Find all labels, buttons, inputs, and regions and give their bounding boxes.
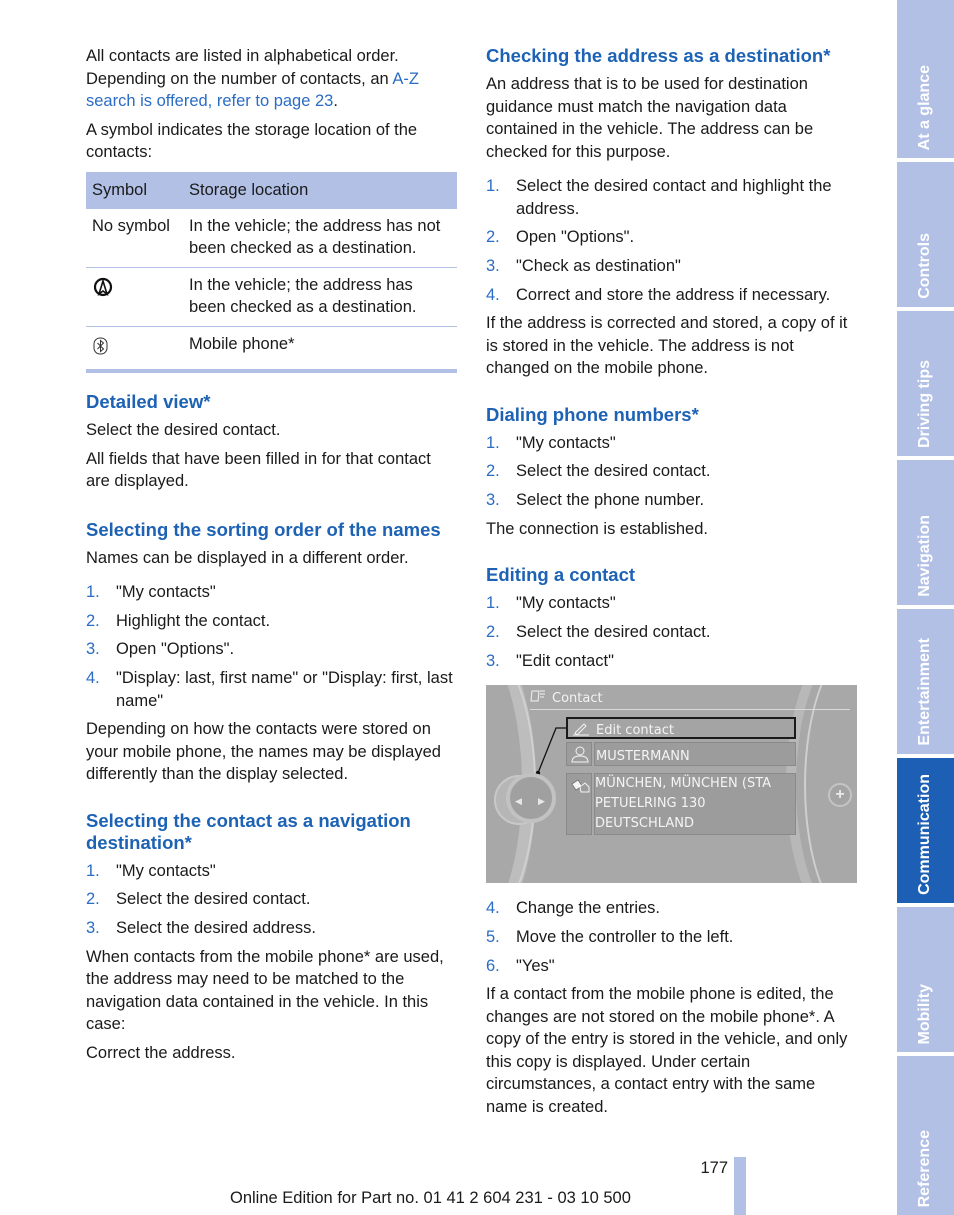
paragraph: All fields that have been filled in for … <box>86 449 431 491</box>
header-storage-location: Storage location <box>183 171 457 209</box>
dialing-steps: 1. "My contacts" 2. Select the desired con… <box>486 432 858 512</box>
list-item: 1. "My contacts" <box>86 583 216 601</box>
section-heading-navigation-destination: Selecting the contact as a navigation de… <box>86 809 411 853</box>
list-item: 4. Change the entries. <box>486 899 661 918</box>
chapter-tabs: At a glance Controls Driving tips Naviga… <box>897 0 954 1215</box>
table-row: Mobile phone* <box>86 326 457 373</box>
symbol-cell <box>86 267 183 327</box>
sorting-steps: 1. "My contacts" 2. Highlight the contact.… <box>86 581 458 712</box>
bluetooth-phone-icon <box>93 337 108 354</box>
paragraph: If a contact from the mobile phone is ed… <box>486 985 848 1116</box>
location-cell: Mobile phone* <box>183 326 457 373</box>
list-item: 2. Select the desired contact. <box>86 890 311 909</box>
list-item: 2. Highlight the contact. <box>86 611 271 630</box>
tab-entertainment[interactable]: Entertainment <box>897 609 954 754</box>
paragraph: The connection is established. <box>486 519 708 538</box>
intro-paragraph: All contacts are listed in alphabetical … <box>86 47 419 110</box>
section-heading-sorting-order: Selecting the sorting order of the names <box>86 518 441 540</box>
table-header-row: Symbol Storage location <box>86 171 457 209</box>
page-number: 177 <box>700 1159 728 1177</box>
paragraph: Select the desired contact. <box>86 421 281 439</box>
list-item: 3. Select the phone number. <box>486 491 705 510</box>
list-item: 1. Select the desired contact and highlig… <box>486 177 832 218</box>
list-item: 3. "Check as destination" <box>486 256 681 275</box>
controller-knob[interactable] <box>506 773 556 824</box>
section-heading-checking-address: Checking the address as a destination* <box>486 45 831 66</box>
list-item: 4. "Display: last, first name" or "Displa… <box>86 669 453 710</box>
editing-steps-a: 1. "My contacts" 2. Select the desired con… <box>486 592 858 672</box>
navigation-checked-icon <box>93 277 113 296</box>
paragraph: Depending on how the contacts were store… <box>86 720 441 784</box>
left-column: All contacts are listed in alphabetical … <box>86 45 458 1070</box>
tab-mobility[interactable]: Mobility <box>897 907 954 1052</box>
list-item: 3. Open "Options". <box>86 640 235 659</box>
symbol-cell <box>86 326 183 373</box>
section-heading-dialing: Dialing phone numbers* <box>486 403 699 425</box>
controller-left-arrow-icon: ◀ <box>515 796 522 807</box>
list-item: 1. "My contacts" <box>86 861 216 880</box>
paragraph: If the address is corrected and stored, … <box>486 314 848 378</box>
location-cell: In the vehicle; the address has not been… <box>183 208 457 268</box>
list-item: 2. Select the desired contact. <box>486 462 711 481</box>
tab-reference[interactable]: Reference <box>897 1056 954 1215</box>
list-item: 4. Correct and store the address if neces… <box>486 285 831 304</box>
symbol-intro: A symbol indicates the storage location … <box>86 120 418 162</box>
list-item: 2. Select the desired contact. <box>486 623 711 641</box>
page-number-bar <box>734 1157 746 1215</box>
controller-right-arrow-icon: ▶ <box>538 796 545 807</box>
tab-navigation[interactable]: Navigation <box>897 460 954 605</box>
list-item: 2. Open "Options". <box>486 228 635 247</box>
table-row: In the vehicle; the address has been che… <box>86 267 457 327</box>
paragraph: Names can be displayed in a different or… <box>86 548 409 567</box>
paragraph: An address that is to be used for destin… <box>486 75 814 161</box>
idrive-contact-screen: Contact Edit contact MUSTERMANN MÜNCHEN,… <box>486 685 857 884</box>
section-heading-editing-contact: Editing a contact <box>486 564 636 586</box>
location-cell: In the vehicle; the address has been che… <box>183 267 457 327</box>
editing-steps-b: 4. Change the entries. 5. Move the control… <box>486 897 858 977</box>
plus-icon[interactable]: + <box>828 783 852 808</box>
table-row: No symbol In the vehicle; the address ha… <box>86 208 457 268</box>
section-heading-detailed-view: Detailed view* <box>86 391 211 412</box>
tab-at-a-glance[interactable]: At a glance <box>897 0 954 158</box>
symbol-cell: No symbol <box>86 208 183 268</box>
tab-communication[interactable]: Communication <box>897 758 954 903</box>
paragraph: When contacts from the mobile phone* are… <box>86 947 444 1034</box>
tab-driving-tips[interactable]: Driving tips <box>897 311 954 456</box>
list-item: 3. "Edit contact" <box>486 651 614 670</box>
storage-location-table: Symbol Storage location No symbol In the… <box>86 171 457 373</box>
tab-controls[interactable]: Controls <box>897 162 954 307</box>
header-symbol: Symbol <box>86 171 183 209</box>
navigation-destination-steps: 1. "My contacts" 2. Select the desired con… <box>86 860 458 940</box>
right-column: Checking the address as a destination* A… <box>486 45 858 1124</box>
list-item: 1. "My contacts" <box>486 433 616 452</box>
list-item: 3. Select the desired address. <box>86 919 316 938</box>
edition-footer: Online Edition for Part no. 01 41 2 604 … <box>230 1189 631 1207</box>
paragraph: Correct the address. <box>86 1043 236 1062</box>
list-item: 1. "My contacts" <box>486 594 616 613</box>
list-item: 6. "Yes" <box>486 956 555 975</box>
list-item: 5. Move the controller to the left. <box>486 927 734 946</box>
checking-steps: 1. Select the desired contact and highlig… <box>486 175 858 306</box>
